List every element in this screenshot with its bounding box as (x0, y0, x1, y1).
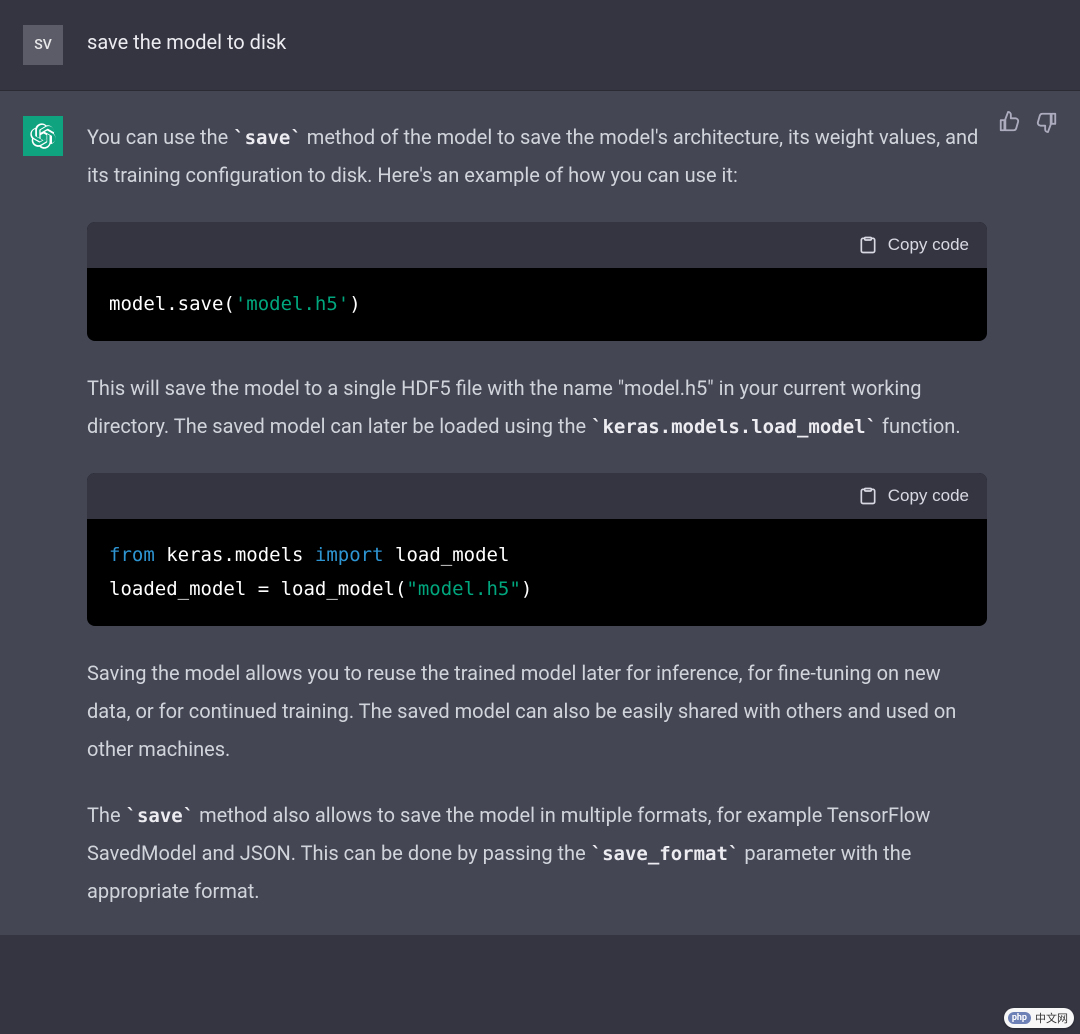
assistant-message-row: You can use the `save` method of the mod… (0, 91, 1080, 935)
code-token: ) (349, 293, 360, 315)
thumbs-up-icon (998, 111, 1020, 133)
copy-code-button[interactable]: Copy code (858, 486, 969, 506)
text-span: function. (877, 414, 961, 438)
copy-code-label: Copy code (888, 235, 969, 255)
code-token: ) (521, 578, 532, 600)
user-message: save the model to disk (87, 25, 987, 65)
text-span: The (87, 803, 126, 827)
user-avatar-initials: SV (34, 37, 52, 53)
feedback-controls (996, 109, 1060, 138)
thumbs-down-button[interactable] (1034, 109, 1060, 138)
code-token: load_model (384, 544, 510, 566)
code-token-string: "model.h5" (406, 578, 520, 600)
clipboard-icon (858, 235, 878, 255)
watermark-cn: 中文网 (1035, 1010, 1068, 1026)
inline-code: `save` (233, 127, 302, 149)
assistant-paragraph: The `save` method also allows to save th… (87, 796, 987, 910)
text-span: You can use the (87, 125, 233, 149)
assistant-avatar (23, 116, 63, 156)
code-block: Copy code model.save('model.h5') (87, 222, 987, 341)
inline-code: `keras.models.load_model` (591, 416, 877, 438)
user-prompt-text: save the model to disk (87, 27, 987, 57)
user-avatar: SV (23, 25, 63, 65)
code-content[interactable]: from keras.models import load_model load… (87, 519, 987, 626)
code-token: loaded_model = load_model( (109, 578, 406, 600)
code-content[interactable]: model.save('model.h5') (87, 268, 987, 341)
thumbs-down-icon (1036, 111, 1058, 133)
code-block: Copy code from keras.models import load_… (87, 473, 987, 626)
user-message-row: SV save the model to disk (0, 0, 1080, 91)
copy-code-label: Copy code (888, 486, 969, 506)
assistant-paragraph: You can use the `save` method of the mod… (87, 118, 987, 194)
code-token-keyword: import (315, 544, 384, 566)
inline-code: `save` (126, 805, 195, 827)
code-token: model.save( (109, 293, 235, 315)
code-token-keyword: from (109, 544, 155, 566)
copy-code-button[interactable]: Copy code (858, 235, 969, 255)
code-block-header: Copy code (87, 222, 987, 268)
openai-logo-icon (30, 123, 56, 149)
assistant-paragraph: This will save the model to a single HDF… (87, 369, 987, 445)
thumbs-up-button[interactable] (996, 109, 1022, 138)
code-token-string: 'model.h5' (235, 293, 349, 315)
watermark-badge: php 中文网 (1004, 1008, 1074, 1028)
clipboard-icon (858, 486, 878, 506)
watermark-php: php (1008, 1012, 1031, 1024)
code-token: keras.models (155, 544, 315, 566)
assistant-message: You can use the `save` method of the mod… (87, 116, 987, 910)
inline-code: `save_format` (591, 843, 740, 865)
assistant-paragraph: Saving the model allows you to reuse the… (87, 654, 987, 768)
code-block-header: Copy code (87, 473, 987, 519)
